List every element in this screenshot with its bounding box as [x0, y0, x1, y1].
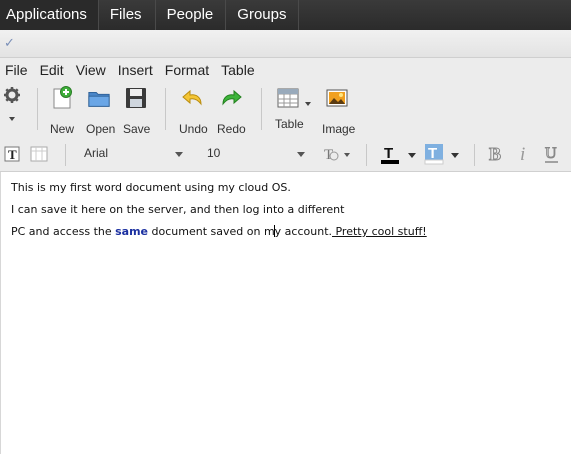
undo-button[interactable]: Undo: [179, 86, 208, 136]
bold-icon[interactable]: B: [487, 144, 505, 164]
menu-view[interactable]: View: [71, 62, 113, 78]
toolbar-divider: [261, 88, 262, 130]
document-editor[interactable]: This is my first word document using my …: [0, 172, 571, 454]
nav-groups[interactable]: Groups: [226, 0, 300, 30]
font-size-select[interactable]: 10: [207, 146, 307, 164]
gear-icon: [4, 87, 20, 103]
bold-text: same: [115, 225, 149, 238]
settings-button[interactable]: [3, 86, 21, 121]
document-text: document saved on m: [148, 225, 275, 238]
chevron-down-icon: [344, 153, 350, 157]
redo-arrow-icon: [222, 89, 242, 106]
chevron-down-icon: [408, 153, 416, 158]
text-color-icon: T: [381, 145, 399, 164]
format-divider: [65, 144, 66, 166]
font-size-value: 10: [207, 146, 221, 160]
nav-people[interactable]: People: [156, 0, 227, 30]
chevron-down-icon: [297, 152, 305, 157]
chevron-down-icon: [305, 102, 311, 106]
chevron-down-icon: [9, 117, 15, 121]
menu-bar: File Edit View Insert Format Table: [0, 58, 571, 82]
format-divider: [366, 144, 367, 166]
window-title-strip: ✓: [0, 30, 571, 58]
svg-text:B: B: [489, 144, 501, 164]
folder-icon: [88, 92, 110, 107]
highlight-color-icon: T: [424, 144, 444, 165]
highlight-color-button[interactable]: T: [424, 143, 462, 167]
open-label: Open: [86, 122, 116, 136]
menu-table[interactable]: Table: [216, 62, 261, 78]
svg-text:U: U: [545, 145, 557, 162]
image-icon: [326, 89, 348, 107]
document-line-2: I can save it here on the server, and th…: [11, 203, 345, 216]
undo-arrow-icon: [182, 89, 202, 106]
top-nav-bar: Applications Files People Groups: [0, 0, 571, 30]
document-text: y account.: [274, 225, 332, 238]
chevron-down-icon: [175, 152, 183, 157]
new-label: New: [50, 122, 75, 136]
table-layout-icon[interactable]: [30, 146, 48, 162]
new-button[interactable]: New: [50, 86, 74, 136]
text-style-icon[interactable]: T: [4, 146, 20, 162]
toolbar-divider: [37, 88, 38, 130]
table-icon: [277, 88, 299, 108]
open-button[interactable]: Open: [86, 86, 116, 136]
menu-file[interactable]: File: [0, 62, 35, 78]
menu-format[interactable]: Format: [160, 62, 216, 78]
nav-files[interactable]: Files: [99, 0, 156, 30]
font-family-select[interactable]: Arial: [84, 146, 184, 164]
save-button[interactable]: Save: [123, 86, 151, 136]
nav-applications[interactable]: Applications: [0, 0, 99, 30]
save-label: Save: [123, 122, 151, 136]
image-label: Image: [322, 122, 356, 136]
menu-insert[interactable]: Insert: [113, 62, 160, 78]
table-label: Table: [275, 117, 304, 131]
svg-text:T: T: [8, 147, 17, 162]
chevron-down-icon: [451, 153, 459, 158]
text-effects-icon: T: [324, 147, 339, 163]
document-line-1: This is my first word document using my …: [11, 181, 291, 194]
toolbar: New Open Save Undo Redo Table Image: [0, 82, 571, 138]
format-bar: T Arial 10 T T T B i U: [0, 138, 571, 172]
underline-icon[interactable]: U: [543, 143, 561, 165]
svg-text:T: T: [324, 147, 333, 163]
toolbar-divider: [165, 88, 166, 130]
text-color-button[interactable]: T: [380, 143, 418, 167]
menu-edit[interactable]: Edit: [35, 62, 71, 78]
svg-text:T: T: [428, 145, 437, 162]
floppy-disk-icon: [126, 88, 146, 108]
redo-label: Redo: [217, 122, 246, 136]
document-text: PC and access the: [11, 225, 116, 238]
document-line-3: PC and access the same document saved on…: [11, 225, 427, 238]
format-divider: [474, 144, 475, 166]
new-document-icon: [53, 86, 72, 109]
italic-icon[interactable]: i: [518, 144, 532, 164]
image-button[interactable]: Image: [322, 86, 356, 136]
svg-text:T: T: [384, 145, 393, 162]
undo-label: Undo: [179, 122, 208, 136]
table-button[interactable]: Table: [274, 86, 312, 131]
svg-text:i: i: [520, 144, 525, 164]
underlined-text: Pretty cool stuff!: [332, 225, 427, 238]
checkmark-app-icon[interactable]: ✓: [4, 36, 18, 50]
font-family-value: Arial: [84, 146, 109, 160]
redo-button[interactable]: Redo: [217, 86, 246, 136]
text-effects-button[interactable]: T: [322, 145, 352, 165]
